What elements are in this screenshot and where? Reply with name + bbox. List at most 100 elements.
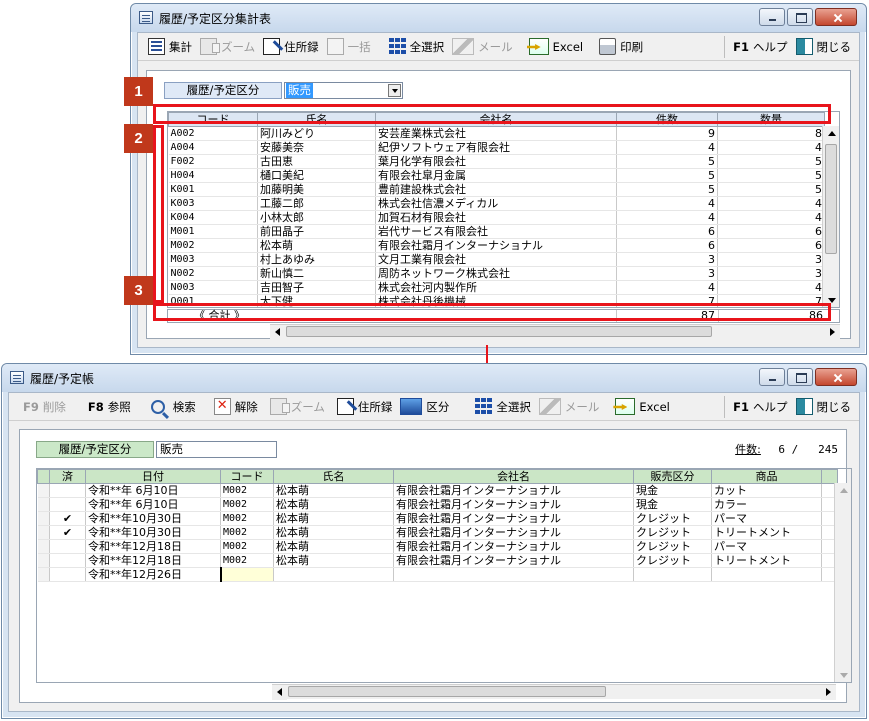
help-button[interactable]: F1 ヘルプ xyxy=(729,395,791,419)
cell-code[interactable] xyxy=(219,567,274,582)
cell-company[interactable]: 周防ネットワーク株式会社 xyxy=(375,266,617,281)
column-header-quantity[interactable]: 数量 xyxy=(717,112,825,127)
cell-count[interactable]: 4 xyxy=(616,196,718,211)
print-button[interactable]: 印刷 xyxy=(595,35,647,59)
column-header-sales-category[interactable]: 販売区分 xyxy=(633,469,712,484)
table-row[interactable]: N003 吉田智子 株式会社河内製作所 4 4 xyxy=(168,280,825,295)
sum-button[interactable]: 集計 xyxy=(144,35,196,59)
cell-done[interactable] xyxy=(49,497,86,512)
cell-quantity[interactable]: 5 xyxy=(717,154,825,169)
column-header-code[interactable]: コード xyxy=(220,469,274,484)
cell-date[interactable]: 令和**年12月26日 xyxy=(85,567,221,582)
cell-quantity[interactable]: 6 xyxy=(717,224,825,239)
table-row[interactable]: A004 安藤美奈 紀伊ソフトウェア有限会社 4 4 xyxy=(168,140,825,155)
cell-count[interactable]: 9 xyxy=(616,126,718,141)
row-header[interactable] xyxy=(37,525,50,540)
table-row[interactable]: 令和**年 6月10日 M002 松本萌 有限会社霜月インターナショナル 現金 カット xyxy=(37,483,838,498)
cell-name[interactable]: 大下健 xyxy=(257,294,376,307)
column-header-count[interactable]: 件数 xyxy=(616,112,718,127)
cell-code[interactable]: F002 xyxy=(168,154,258,169)
column-header-name[interactable]: 氏名 xyxy=(273,469,394,484)
chevron-down-icon[interactable] xyxy=(388,84,401,97)
close-window-button[interactable] xyxy=(815,368,857,386)
cell-quantity[interactable]: 7 xyxy=(717,294,825,307)
cell-count[interactable]: 6 xyxy=(616,224,718,239)
cell-code[interactable]: K004 xyxy=(168,210,258,225)
maximize-button[interactable] xyxy=(787,8,813,26)
cell-company[interactable]: 株式会社河内製作所 xyxy=(375,280,617,295)
column-header-date[interactable]: 日付 xyxy=(85,469,221,484)
table-row[interactable]: K003 工藤二郎 株式会社信濃メディカル 4 4 xyxy=(168,196,825,211)
cell-code[interactable]: N002 xyxy=(168,266,258,281)
table-row[interactable]: 令和**年 6月10日 M002 松本萌 有限会社霜月インターナショナル 現金 カラー xyxy=(37,497,838,512)
cell-code[interactable]: N003 xyxy=(168,280,258,295)
cell-code[interactable]: M002 xyxy=(220,511,274,526)
cell-name[interactable] xyxy=(273,567,394,582)
cell-name[interactable]: 樋口美紀 xyxy=(257,168,376,183)
cell-company[interactable]: 有限会社霜月インターナショナル xyxy=(375,238,617,253)
table-row[interactable]: H004 樋口美紀 有限会社皐月金属 5 5 xyxy=(168,168,825,183)
cell-quantity[interactable]: 6 xyxy=(717,238,825,253)
table-row[interactable]: 令和**年12月18日 M002 松本萌 有限会社霜月インターナショナル クレジット トリ… xyxy=(37,553,838,568)
cell-code[interactable]: H004 xyxy=(168,168,258,183)
cell-product[interactable]: トリートメント xyxy=(711,525,822,540)
cell-quantity[interactable]: 3 xyxy=(717,252,825,267)
cell-code[interactable]: K001 xyxy=(168,182,258,197)
category-button[interactable]: 区分 xyxy=(396,395,453,419)
row-header[interactable] xyxy=(37,497,50,512)
cell-quantity[interactable]: 4 xyxy=(717,280,825,295)
table-row[interactable]: M003 村上あゆみ 文月工業有限会社 3 3 xyxy=(168,252,825,267)
close-button[interactable]: 閉じる xyxy=(792,35,856,59)
column-header-name[interactable]: 氏名 xyxy=(257,112,376,127)
cell-company[interactable]: 岩代サービス有限会社 xyxy=(375,224,617,239)
summary-horizontal-scrollbar[interactable] xyxy=(270,324,840,340)
cell-name[interactable]: 加藤明美 xyxy=(257,182,376,197)
address-book-button[interactable]: 住所録 xyxy=(333,395,397,419)
cell-company[interactable]: 有限会社霜月インターナショナル xyxy=(393,525,634,540)
row-header[interactable] xyxy=(37,483,50,498)
cell-company[interactable]: 豊前建設株式会社 xyxy=(375,182,617,197)
delete-button[interactable]: F9 削除 xyxy=(19,395,70,419)
excel-button[interactable]: Excel xyxy=(525,35,587,59)
cell-company[interactable]: 有限会社霜月インターナショナル xyxy=(393,497,634,512)
scroll-up-arrow-icon[interactable] xyxy=(836,483,851,498)
cell-count[interactable]: 4 xyxy=(616,210,718,225)
column-header-company[interactable]: 会社名 xyxy=(393,469,634,484)
table-row[interactable]: 令和**年12月26日 xyxy=(37,567,838,582)
cell-company[interactable]: 安芸産業株式会社 xyxy=(375,126,617,141)
help-button[interactable]: F1 ヘルプ xyxy=(729,35,791,59)
mail-button[interactable]: メール xyxy=(535,395,604,419)
cell-name[interactable]: 松本萌 xyxy=(273,511,394,526)
cell-quantity[interactable]: 4 xyxy=(717,140,825,155)
cell-product[interactable]: パーマ xyxy=(711,539,822,554)
cell-sales-category[interactable] xyxy=(633,567,712,582)
cell-name[interactable]: 工藤二郎 xyxy=(257,196,376,211)
scroll-up-arrow-icon[interactable] xyxy=(824,126,839,141)
cell-count[interactable]: 5 xyxy=(616,182,718,197)
cell-quantity[interactable]: 8 xyxy=(717,126,825,141)
row-header[interactable] xyxy=(37,511,50,526)
table-row[interactable]: 令和**年12月18日 M002 松本萌 有限会社霜月インターナショナル クレジット パー… xyxy=(37,539,838,554)
scroll-thumb[interactable] xyxy=(825,144,837,254)
cell-code[interactable]: M002 xyxy=(220,553,274,568)
cell-code[interactable]: M003 xyxy=(168,252,258,267)
cell-code[interactable]: M001 xyxy=(168,224,258,239)
cell-date[interactable]: 令和**年12月18日 xyxy=(85,539,221,554)
excel-button[interactable]: Excel xyxy=(611,395,673,419)
minimize-button[interactable] xyxy=(759,8,785,26)
close-window-button[interactable] xyxy=(815,8,857,26)
scroll-left-arrow-icon[interactable] xyxy=(272,685,287,700)
column-header-code[interactable]: コード xyxy=(168,112,258,127)
row-header[interactable] xyxy=(37,553,50,568)
cell-code[interactable]: M002 xyxy=(220,497,274,512)
table-row[interactable]: K004 小林太郎 加賀石材有限会社 4 4 xyxy=(168,210,825,225)
search-button[interactable]: 検索 xyxy=(147,395,200,419)
table-row[interactable]: F002 古田恵 葉月化学有限会社 5 5 xyxy=(168,154,825,169)
cell-quantity[interactable]: 5 xyxy=(717,182,825,197)
mail-button[interactable]: メール xyxy=(448,35,517,59)
cell-company[interactable]: 有限会社霜月インターナショナル xyxy=(393,511,634,526)
cell-code[interactable]: M002 xyxy=(220,525,274,540)
summary-vertical-scrollbar[interactable] xyxy=(822,126,839,307)
cell-done[interactable]: ✔ xyxy=(49,511,86,526)
column-header-product[interactable]: 商品 xyxy=(711,469,822,484)
